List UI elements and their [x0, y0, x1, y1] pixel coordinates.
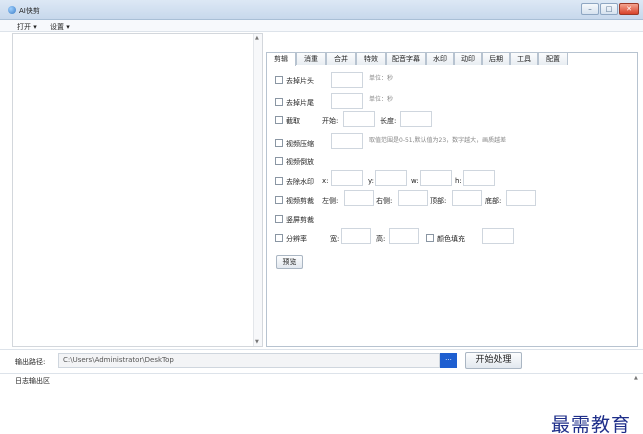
browse-button[interactable]: ... [440, 353, 457, 368]
resolution-width-label: 宽: [330, 235, 340, 243]
tab-dubbing-subtitles[interactable]: 配音字幕 [386, 52, 426, 65]
watermark-h-input[interactable] [463, 170, 495, 186]
tab-config[interactable]: 配置 [538, 52, 568, 65]
compress-label: 视频压缩 [286, 140, 314, 148]
crop-left-label: 左侧: [322, 197, 339, 205]
reverse-label: 视频倒放 [286, 158, 314, 166]
app-icon [8, 6, 16, 14]
cut-length-input[interactable] [400, 111, 432, 127]
file-list-scrollbar[interactable]: ▲ ▼ [253, 34, 262, 346]
compress-hint: 取值范围是0-51,默认值为23，数字越大，画质越差 [369, 137, 507, 144]
menu-open[interactable]: 打开 ▾ [17, 22, 37, 32]
reverse-checkbox[interactable] [275, 157, 283, 165]
cut-start-input[interactable] [343, 111, 375, 127]
tab-dedup[interactable]: 消重 [296, 52, 326, 65]
watermark-h-label: h: [455, 177, 462, 185]
color-fill-input[interactable] [482, 228, 514, 244]
resolution-checkbox[interactable] [275, 234, 283, 242]
watermark-y-label: y: [368, 177, 374, 185]
cut-start-label: 开始: [322, 117, 339, 125]
cut-checkbox[interactable] [275, 116, 283, 124]
trim-head-unit: 单位：秒 [369, 75, 394, 82]
crop-label: 视频剪裁 [286, 197, 314, 205]
trim-tail-checkbox[interactable] [275, 98, 283, 106]
trim-tail-label: 去掉片尾 [286, 99, 314, 107]
tab-merge[interactable]: 合并 [326, 52, 356, 65]
watermark-x-label: x: [322, 177, 329, 185]
compress-input[interactable] [331, 133, 363, 149]
log-output-area[interactable] [0, 373, 643, 434]
tab-watermark[interactable]: 水印 [426, 52, 454, 65]
crop-top-input[interactable] [452, 190, 482, 206]
watermark-y-input[interactable] [375, 170, 407, 186]
menu-settings[interactable]: 设置 ▾ [50, 22, 70, 32]
crop-left-input[interactable] [344, 190, 374, 206]
title-bar: AI快剪 – □ ✕ [0, 0, 643, 20]
preview-button[interactable]: 预览 [276, 255, 303, 269]
minimize-button[interactable]: – [581, 3, 599, 15]
cut-length-label: 长度: [380, 117, 397, 125]
cut-label: 截取 [286, 117, 300, 125]
output-path-input[interactable]: C:\Users\Administrator\DeskTop [58, 353, 440, 368]
resolution-width-input[interactable] [341, 228, 371, 244]
maximize-button[interactable]: □ [600, 3, 618, 15]
resolution-height-label: 高: [376, 235, 386, 243]
tab-edit[interactable]: 剪辑 [266, 52, 296, 66]
log-output-label: 日志输出区 [15, 377, 50, 385]
scroll-down-icon[interactable]: ▼ [255, 339, 259, 345]
remove-watermark-checkbox[interactable] [275, 177, 283, 185]
crop-bottom-input[interactable] [506, 190, 536, 206]
trim-tail-input[interactable] [331, 93, 363, 109]
color-fill-checkbox[interactable] [426, 234, 434, 242]
resolution-label: 分辨率 [286, 235, 307, 243]
crop-top-label: 顶部: [430, 197, 447, 205]
trim-head-checkbox[interactable] [275, 76, 283, 84]
watermark-w-input[interactable] [420, 170, 452, 186]
tab-dynamic-watermark[interactable]: 动印 [454, 52, 482, 65]
tab-post[interactable]: 后期 [482, 52, 510, 65]
resolution-height-input[interactable] [389, 228, 419, 244]
trim-tail-unit: 单位：秒 [369, 96, 394, 103]
vertical-crop-checkbox[interactable] [275, 215, 283, 223]
vertical-crop-label: 竖屏剪裁 [286, 216, 314, 224]
trim-head-input[interactable] [331, 72, 363, 88]
start-processing-button[interactable]: 开始处理 [465, 352, 522, 369]
output-path-label: 输出路径: [15, 358, 46, 366]
trim-head-label: 去掉片头 [286, 77, 314, 85]
color-fill-label: 颜色填充 [437, 235, 465, 243]
crop-bottom-label: 底部: [485, 197, 502, 205]
crop-right-label: 右侧: [376, 197, 393, 205]
close-button[interactable]: ✕ [619, 3, 639, 15]
tab-tools[interactable]: 工具 [510, 52, 538, 65]
crop-right-input[interactable] [398, 190, 428, 206]
scroll-up-icon[interactable]: ▲ [255, 35, 259, 41]
crop-checkbox[interactable] [275, 196, 283, 204]
menu-bar: 打开 ▾ 设置 ▾ [0, 20, 643, 32]
tab-effects[interactable]: 特效 [356, 52, 386, 65]
window-title: AI快剪 [19, 7, 40, 15]
remove-watermark-label: 去除水印 [286, 178, 314, 186]
file-list-pane[interactable]: ▲ ▼ [12, 33, 263, 347]
log-scroll-up-icon[interactable]: ▲ [634, 375, 638, 381]
watermark-w-label: w: [411, 177, 419, 185]
watermark-logo: 最需教育 [550, 414, 631, 434]
watermark-x-input[interactable] [331, 170, 363, 186]
compress-checkbox[interactable] [275, 139, 283, 147]
